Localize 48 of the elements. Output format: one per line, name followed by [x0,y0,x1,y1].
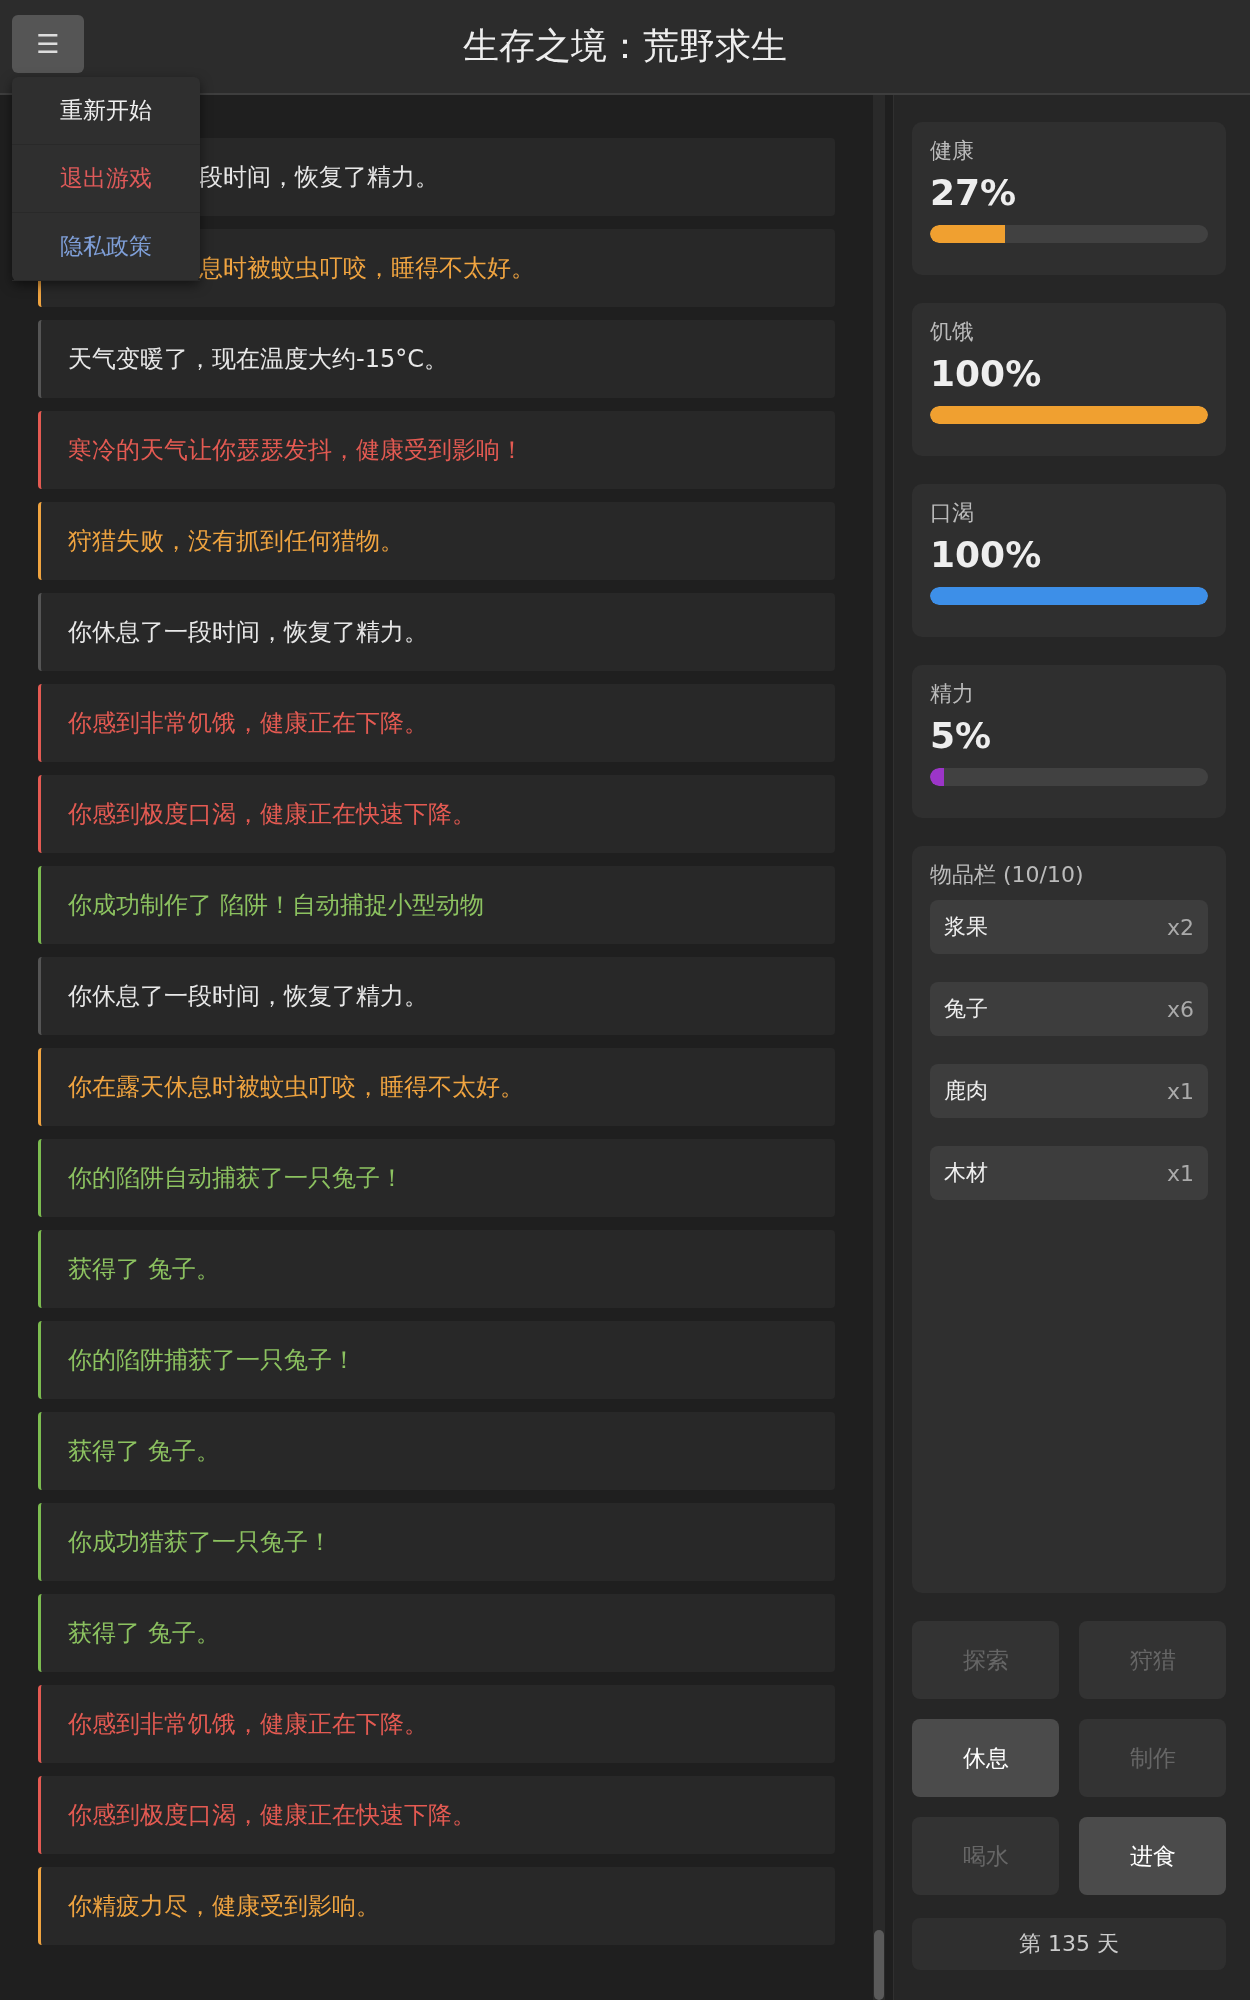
inventory-item[interactable]: 浆果 x2 [930,900,1208,954]
log-text: 你成功制作了 陷阱！自动捕捉小型动物 [68,890,484,921]
item-count: x1 [1166,1160,1194,1186]
day-counter: 第 135 天 [912,1918,1226,1970]
item-count: x2 [1166,914,1194,940]
log-text: 息时被蚊虫叮咬，睡得不太好。 [199,253,535,284]
item-count: x1 [1166,1078,1194,1104]
item-name: 木材 [944,1159,988,1187]
stat-value: 100% [930,534,1043,575]
log-text: 天气变暖了，现在温度大约-15°C。 [68,344,448,375]
log-text: 你成功猎获了一只兔子！ [68,1527,332,1558]
stat-label: 饥饿 [930,318,975,346]
log-text: 寒冷的天气让你瑟瑟发抖，健康受到影响！ [68,435,524,466]
stat-value: 5% [930,715,993,756]
item-name: 浆果 [944,913,988,941]
action-button[interactable]: 进食 [1079,1817,1226,1895]
log-text: 你感到极度口渴，健康正在快速下降。 [68,799,476,830]
inventory-item[interactable]: 鹿肉 x1 [930,1064,1208,1118]
log-text: 狩猎失败，没有抓到任何猎物。 [68,526,404,557]
log-text: 你感到极度口渴，健康正在快速下降。 [68,1800,476,1831]
app-title: 生存之境：荒野求生 [463,24,787,68]
log-text: 获得了 兔子。 [68,1436,220,1467]
stat-value: 100% [930,353,1043,394]
log-text: 你休息了一段时间，恢复了精力。 [68,617,428,648]
inventory-item[interactable]: 木材 x1 [930,1146,1208,1200]
log-text: 你的陷阱自动捕获了一只兔子！ [68,1163,404,1194]
menu-item[interactable]: 重新开始 [12,77,200,145]
log-text: 你在露天休息时被蚊虫叮咬，睡得不太好。 [68,1072,524,1103]
inventory-item[interactable]: 兔子 x6 [930,982,1208,1036]
inventory-title: 物品栏 (10/10) [930,861,1085,889]
action-button[interactable]: 休息 [912,1719,1059,1797]
log-text: 你感到非常饥饿，健康正在下降。 [68,1709,428,1740]
log-text: 你的陷阱捕获了一只兔子！ [68,1345,356,1376]
log-text: 你休息了一段时间，恢复了精力。 [68,981,428,1012]
log-text: 获得了 兔子。 [68,1618,220,1649]
log-text: 段时间，恢复了精力。 [199,162,439,193]
scrollbar-thumb[interactable] [874,1930,884,2000]
stat-label: 健康 [930,137,975,165]
log-text: 你精疲力尽，健康受到影响。 [68,1891,380,1922]
log-text: 你感到非常饥饿，健康正在下降。 [68,708,428,739]
item-count: x6 [1166,996,1194,1022]
stat-value: 27% [930,172,1018,213]
item-name: 兔子 [944,995,988,1023]
log-text: 获得了 兔子。 [68,1254,220,1285]
stat-label: 精力 [930,680,975,708]
item-name: 鹿肉 [944,1077,988,1105]
menu-button[interactable]: ☰ [12,15,84,73]
stat-label: 口渴 [930,499,975,527]
